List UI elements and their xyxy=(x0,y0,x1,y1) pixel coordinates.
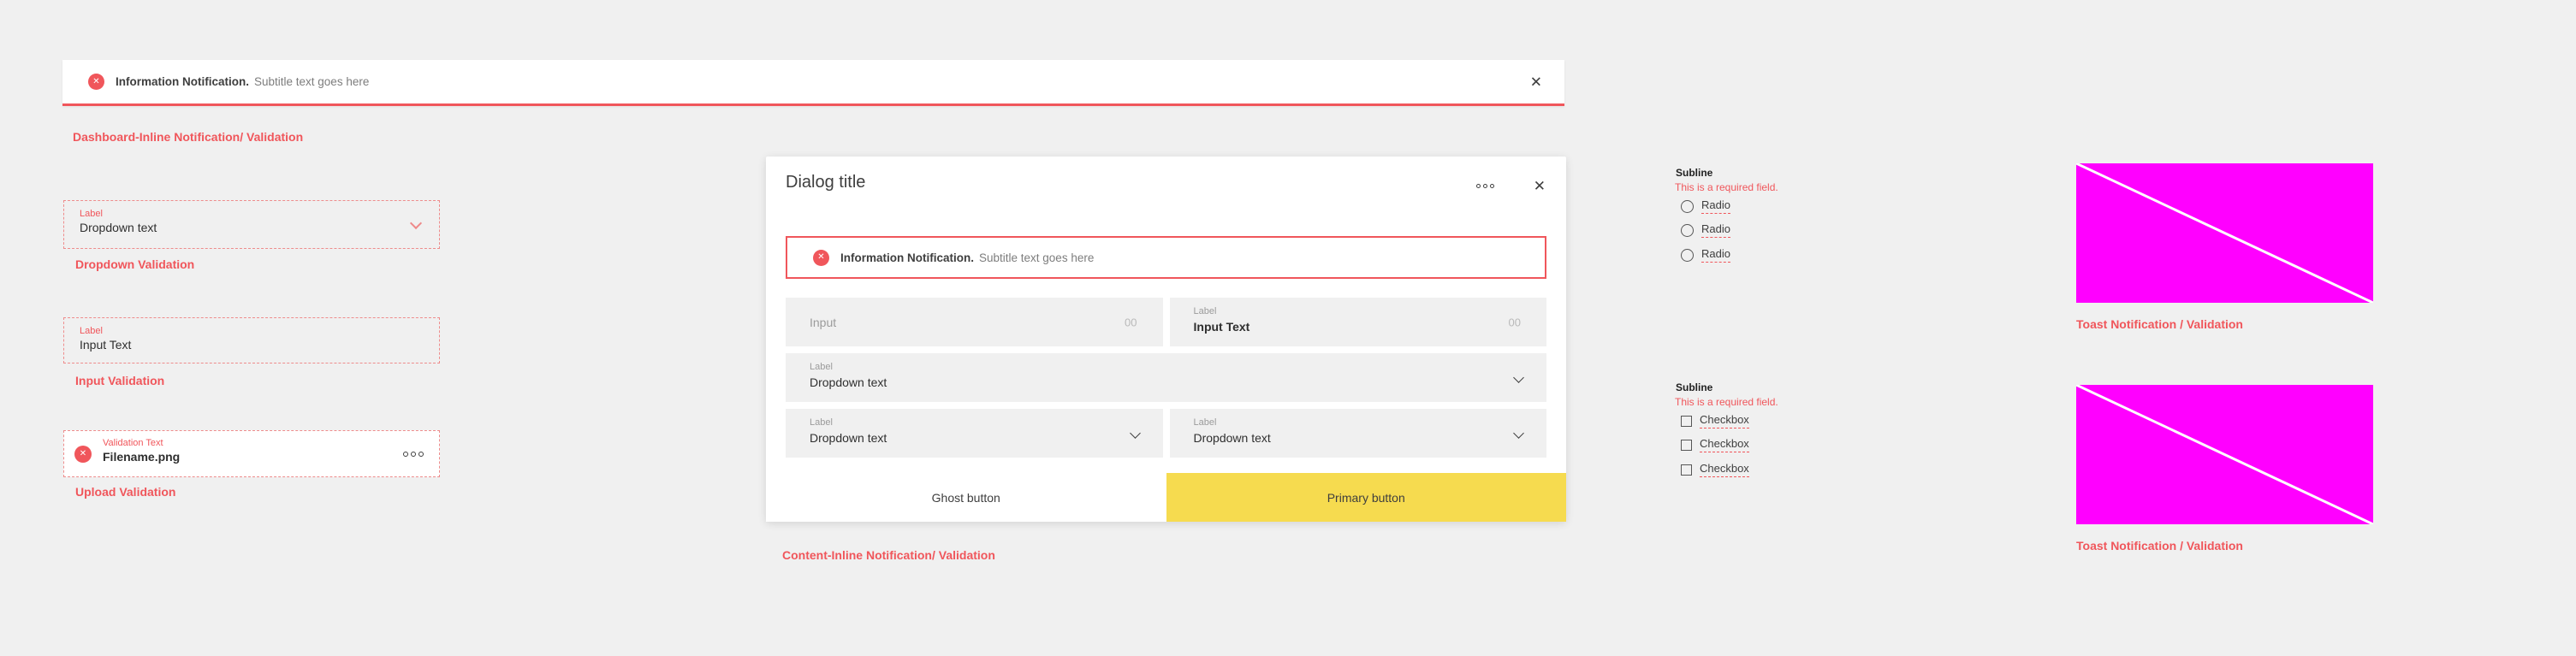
dashboard-notification-caption: Dashboard-Inline Notification/ Validatio… xyxy=(73,130,303,144)
input-label: Label xyxy=(1194,306,1217,316)
toast-notification-caption: Toast Notification / Validation xyxy=(2076,539,2243,553)
dialog-dropdown-row-full: Label Dropdown text xyxy=(786,353,1546,402)
checkbox-label: Checkbox xyxy=(1700,414,1749,428)
input-field-empty[interactable]: Input 00 xyxy=(786,298,1163,346)
overflow-menu-icon[interactable] xyxy=(403,452,424,457)
checkbox-option[interactable]: Checkbox xyxy=(1681,414,1749,428)
content-notification-caption: Content-Inline Notification/ Validation xyxy=(782,548,995,562)
upload-validation-text: Validation Text xyxy=(103,438,163,448)
input-validation-caption: Input Validation xyxy=(75,374,164,387)
dialog: Dialog title ✕ ✕ Information Notificatio… xyxy=(766,157,1566,522)
close-icon[interactable]: ✕ xyxy=(1534,179,1546,193)
dialog-input-row: Input 00 Label Input Text 00 xyxy=(786,298,1546,346)
notification-subtitle: Subtitle text goes here xyxy=(254,75,369,88)
chevron-down-icon xyxy=(1130,428,1141,439)
error-icon: ✕ xyxy=(88,74,104,90)
dropdown-value: Dropdown text xyxy=(810,431,887,445)
upload-validation-caption: Upload Validation xyxy=(75,485,175,499)
checkbox-validation-group: Subline This is a required field. Checkb… xyxy=(1674,377,1896,493)
input-counter: 00 xyxy=(1509,316,1521,328)
close-icon[interactable]: ✕ xyxy=(1530,74,1542,89)
dropdown-field-left[interactable]: Label Dropdown text xyxy=(786,409,1163,458)
checkbox-icon[interactable] xyxy=(1681,440,1692,451)
design-system-canvas: ✕ Information Notification. Subtitle tex… xyxy=(0,0,2576,656)
dashboard-inline-notification: ✕ Information Notification. Subtitle tex… xyxy=(62,60,1564,106)
notification-title: Information Notification. xyxy=(840,251,974,264)
notification-title: Information Notification. xyxy=(116,75,249,88)
dialog-footer: Ghost button Primary button xyxy=(766,473,1566,522)
radio-label: Radio xyxy=(1701,223,1730,238)
input-counter: 00 xyxy=(1125,316,1137,328)
radio-option[interactable]: Radio xyxy=(1681,199,1730,214)
required-field-error: This is a required field. xyxy=(1675,396,1778,408)
checkbox-label: Checkbox xyxy=(1700,463,1749,477)
dropdown-value: Dropdown text xyxy=(810,375,887,389)
checkbox-icon[interactable] xyxy=(1681,464,1692,476)
error-icon: ✕ xyxy=(74,446,92,463)
upload-validation-item: ✕ Validation Text Filename.png xyxy=(63,430,440,477)
dropdown-field-full[interactable]: Label Dropdown text xyxy=(786,353,1546,402)
subline-heading: Subline xyxy=(1676,167,1712,179)
input-placeholder: Input xyxy=(810,316,836,329)
radio-label: Radio xyxy=(1701,199,1730,214)
ghost-button[interactable]: Ghost button xyxy=(766,473,1166,522)
radio-icon[interactable] xyxy=(1681,224,1694,237)
required-field-error: This is a required field. xyxy=(1675,181,1778,193)
toast-notification-caption: Toast Notification / Validation xyxy=(2076,317,2243,331)
radio-label: Radio xyxy=(1701,248,1730,263)
content-inline-notification: ✕ Information Notification. Subtitle tex… xyxy=(786,236,1546,279)
input-value: Input Text xyxy=(1194,320,1250,334)
overflow-menu-icon[interactable] xyxy=(1476,184,1494,188)
checkbox-icon[interactable] xyxy=(1681,416,1692,427)
radio-icon[interactable] xyxy=(1681,200,1694,213)
dropdown-validation-caption: Dropdown Validation xyxy=(75,257,194,271)
input-label: Label xyxy=(80,326,103,336)
toast-placeholder-image xyxy=(2076,385,2373,524)
radio-option[interactable]: Radio xyxy=(1681,248,1730,263)
chevron-down-icon xyxy=(1513,372,1524,383)
radio-validation-group: Subline This is a required field. Radio … xyxy=(1674,163,1896,278)
dropdown-value: Dropdown text xyxy=(80,221,157,234)
error-icon: ✕ xyxy=(813,250,829,266)
checkbox-label: Checkbox xyxy=(1700,438,1749,452)
input-validation-field[interactable]: Label Input Text xyxy=(63,317,440,363)
primary-button[interactable]: Primary button xyxy=(1166,473,1567,522)
dialog-dropdown-row-split: Label Dropdown text Label Dropdown text xyxy=(786,409,1546,458)
chevron-down-icon xyxy=(410,217,422,229)
dialog-title: Dialog title xyxy=(786,173,865,192)
dropdown-field-right[interactable]: Label Dropdown text xyxy=(1170,409,1547,458)
radio-option[interactable]: Radio xyxy=(1681,223,1730,238)
dropdown-label: Label xyxy=(80,209,103,219)
dropdown-validation-field[interactable]: Label Dropdown text xyxy=(63,200,440,249)
dropdown-label: Label xyxy=(810,417,833,428)
dropdown-label: Label xyxy=(810,362,833,372)
dropdown-value: Dropdown text xyxy=(1194,431,1271,445)
checkbox-option[interactable]: Checkbox xyxy=(1681,463,1749,477)
upload-filename: Filename.png xyxy=(103,450,180,464)
chevron-down-icon xyxy=(1513,428,1524,439)
checkbox-option[interactable]: Checkbox xyxy=(1681,438,1749,452)
input-value: Input Text xyxy=(80,338,131,352)
subline-heading: Subline xyxy=(1676,381,1712,393)
toast-placeholder-image xyxy=(2076,163,2373,303)
input-field-filled[interactable]: Label Input Text 00 xyxy=(1170,298,1547,346)
dropdown-label: Label xyxy=(1194,417,1217,428)
notification-subtitle: Subtitle text goes here xyxy=(979,251,1094,264)
radio-icon[interactable] xyxy=(1681,249,1694,262)
